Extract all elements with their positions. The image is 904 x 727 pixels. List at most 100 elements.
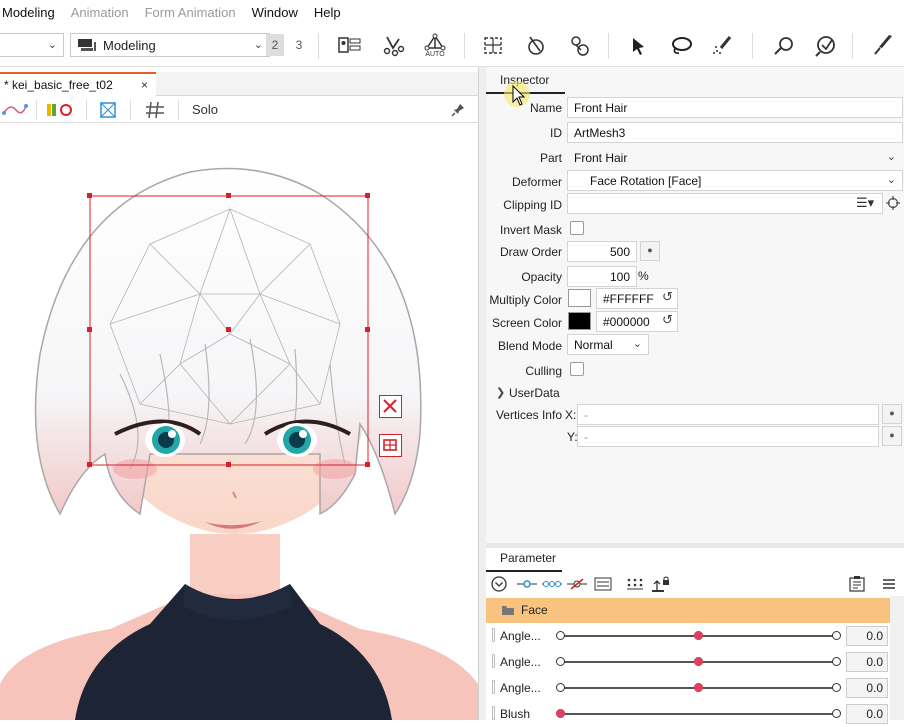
glue-icon[interactable] xyxy=(520,31,552,61)
screen-color-swatch[interactable] xyxy=(568,312,591,330)
vertex-y-menu-button[interactable]: ● xyxy=(882,426,902,446)
multi-key-icon[interactable] xyxy=(624,572,646,596)
userdata-section[interactable]: UserData xyxy=(509,386,560,400)
chevron-down-icon: ⌄ xyxy=(253,39,263,51)
parameter-group-face[interactable]: Face xyxy=(486,598,890,623)
menu-modeling[interactable]: Modeling xyxy=(2,5,55,20)
document-tab[interactable]: * kei_basic_free_t02 × xyxy=(0,72,156,96)
mode-dropdown[interactable]: Modeling ⌄ xyxy=(70,33,270,57)
mesh-view-icon[interactable] xyxy=(98,101,118,119)
view-tool-icon[interactable] xyxy=(810,31,842,61)
vertex-x-field[interactable]: - xyxy=(577,404,879,425)
pin-icon[interactable] xyxy=(450,102,466,118)
menu-bar: Modeling Animation Form Animation Window… xyxy=(0,0,904,25)
target-icon[interactable] xyxy=(886,196,900,210)
parameter-key-min[interactable] xyxy=(556,683,565,692)
draw-order-field[interactable]: 500 xyxy=(567,241,637,262)
blend-mode-dropdown[interactable]: Normal ⌄ xyxy=(567,334,649,355)
opacity-field[interactable]: 100 xyxy=(567,266,637,287)
menu-window[interactable]: Window xyxy=(252,5,298,20)
add-three-keys-icon[interactable] xyxy=(541,572,563,596)
vertex-y-field[interactable]: - xyxy=(577,426,879,447)
parameter-handle[interactable] xyxy=(492,654,495,668)
reset-icon[interactable]: ↺ xyxy=(662,312,673,328)
menu-help[interactable]: Help xyxy=(314,5,341,20)
mesh-edit-icon[interactable] xyxy=(478,31,510,61)
hamburger-menu-icon[interactable] xyxy=(878,572,900,596)
parameter-handle[interactable] xyxy=(492,680,495,694)
workspace-dropdown[interactable]: ⌄ xyxy=(0,33,64,57)
parameter-slider-thumb[interactable] xyxy=(694,683,703,692)
parameter-row[interactable]: Angle... 0.0 xyxy=(486,675,890,701)
parameter-slider-thumb[interactable] xyxy=(556,709,565,718)
parameter-value-field[interactable]: 0.0 xyxy=(846,678,888,698)
close-icon[interactable]: × xyxy=(141,78,148,92)
vertices-info-label: Vertices Info xyxy=(495,408,562,422)
parameter-list-icon[interactable] xyxy=(846,572,868,596)
pin-icon[interactable] xyxy=(564,31,596,61)
pen-tool-icon[interactable] xyxy=(868,31,900,61)
document-tab-bar: * kei_basic_free_t02 × xyxy=(0,72,478,96)
workspace-tab-2[interactable]: 2 xyxy=(266,34,284,56)
connect-icon[interactable] xyxy=(0,101,30,119)
invert-mask-checkbox[interactable] xyxy=(570,221,584,235)
lasso-icon[interactable] xyxy=(665,31,697,61)
delete-key-icon[interactable] xyxy=(566,572,588,596)
draw-order-menu-button[interactable]: ● xyxy=(640,241,660,261)
part-dropdown[interactable]: Front Hair ⌄ xyxy=(567,147,903,168)
add-key-icon[interactable] xyxy=(516,572,538,596)
auto-mesh-icon[interactable]: AUTO xyxy=(419,31,451,61)
culling-checkbox[interactable] xyxy=(570,362,584,376)
id-field[interactable]: ArtMesh3 xyxy=(567,122,903,143)
model-canvas[interactable] xyxy=(0,124,478,720)
parameter-row[interactable]: Angle... 0.0 xyxy=(486,649,890,675)
parameter-key-max[interactable] xyxy=(832,657,841,666)
parameter-key-max[interactable] xyxy=(832,631,841,640)
parameter-slider-thumb[interactable] xyxy=(694,657,703,666)
parameter-key-min[interactable] xyxy=(556,631,565,640)
parameter-slider-track[interactable] xyxy=(560,713,836,715)
toolbar-divider xyxy=(130,100,131,120)
tab-parameter[interactable]: Parameter xyxy=(486,550,562,572)
clipping-id-field[interactable] xyxy=(567,193,883,214)
name-field[interactable]: Front Hair xyxy=(567,97,903,118)
parameter-key-min[interactable] xyxy=(556,657,565,666)
parameter-row[interactable]: Blush 0.0 xyxy=(486,701,890,727)
group-label: Face xyxy=(521,603,548,617)
grid-icon[interactable] xyxy=(144,101,166,119)
parameter-scrollbar[interactable] xyxy=(890,596,904,720)
rotate-tool-icon[interactable] xyxy=(768,31,800,61)
parameter-key-max[interactable] xyxy=(832,683,841,692)
parameter-value-field[interactable]: 0.0 xyxy=(846,704,888,724)
arrow-select-icon[interactable] xyxy=(622,31,654,61)
parameter-handle[interactable] xyxy=(492,628,495,642)
workspace-tab-3[interactable]: 3 xyxy=(290,34,308,56)
glue-view-icon[interactable] xyxy=(44,101,74,119)
warp-grid-icon[interactable] xyxy=(379,434,402,457)
lock-key-icon[interactable] xyxy=(650,572,672,596)
delete-warp-icon[interactable] xyxy=(379,395,402,418)
vertex-x-menu-button[interactable]: ● xyxy=(882,404,902,424)
parameter-key-max[interactable] xyxy=(832,709,841,718)
parameter-value-field[interactable]: 0.0 xyxy=(846,652,888,672)
menu-animation[interactable]: Animation xyxy=(71,5,129,20)
list-menu-icon[interactable]: ☰▾ xyxy=(856,195,874,211)
parameter-row[interactable]: Angle... 0.0 xyxy=(486,623,890,649)
chevron-right-icon[interactable]: ❯ xyxy=(496,386,505,399)
character-illustration xyxy=(0,167,478,720)
reset-icon[interactable]: ↺ xyxy=(662,289,673,305)
multiply-color-label: Multiply Color xyxy=(489,293,562,307)
parameter-value-field[interactable]: 0.0 xyxy=(846,626,888,646)
panel-splitter[interactable] xyxy=(478,67,486,720)
menu-form-animation[interactable]: Form Animation xyxy=(145,5,236,20)
solo-toggle[interactable]: Solo xyxy=(192,102,218,117)
collapse-icon[interactable] xyxy=(488,572,510,596)
view-layout-icon[interactable] xyxy=(334,31,366,61)
slider-settings-icon[interactable] xyxy=(592,572,614,596)
deform-brush-icon[interactable] xyxy=(377,31,409,61)
parameter-slider-thumb[interactable] xyxy=(694,631,703,640)
parameter-handle[interactable] xyxy=(492,706,495,720)
deformer-dropdown[interactable]: Face Rotation [Face] ⌄ xyxy=(567,170,903,191)
multiply-color-swatch[interactable] xyxy=(568,289,591,307)
brush-select-icon[interactable] xyxy=(708,31,740,61)
